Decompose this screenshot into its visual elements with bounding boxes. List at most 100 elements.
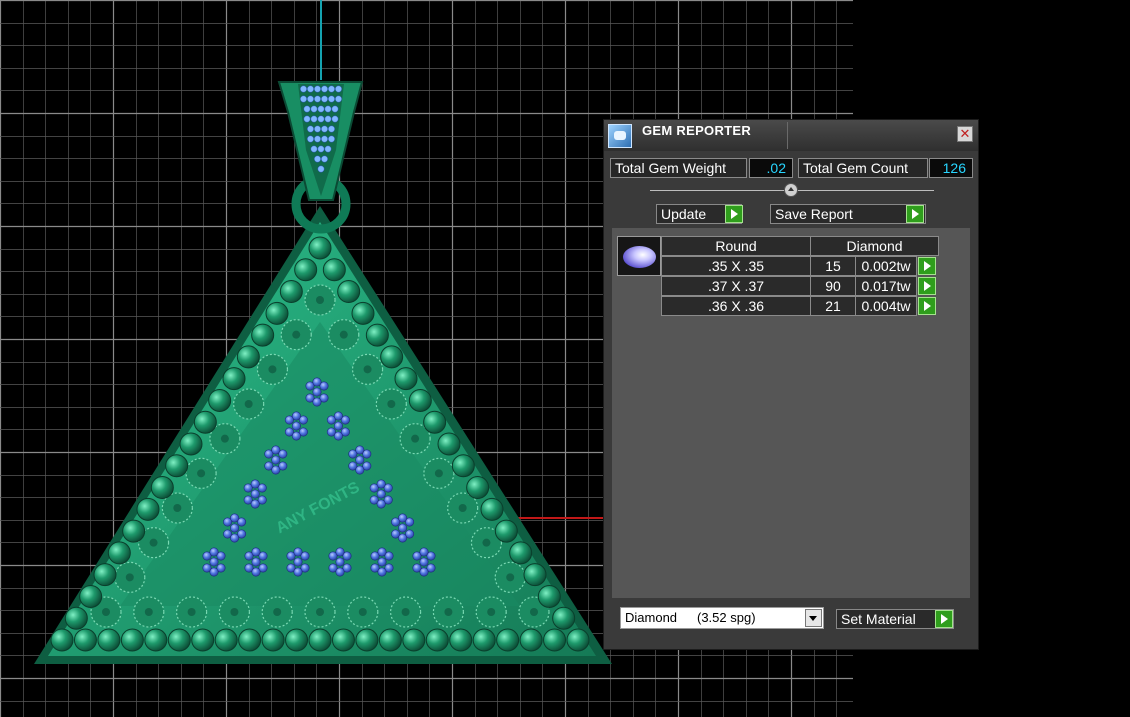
bail-gem — [324, 105, 332, 113]
border-bead — [519, 628, 543, 652]
bail-gem — [307, 85, 314, 93]
gem-stone — [230, 533, 240, 543]
border-bead — [509, 541, 533, 565]
border-bead — [97, 628, 121, 652]
border-bead — [107, 541, 131, 565]
border-bead — [380, 345, 404, 369]
border-bead — [64, 606, 88, 630]
material-select[interactable]: Diamond (3.52 spg) — [620, 607, 824, 629]
gem-stone — [271, 465, 281, 475]
rosette-center — [316, 608, 324, 616]
bail-gem — [314, 125, 321, 133]
border-bead — [394, 367, 418, 391]
gem-stone — [355, 445, 365, 455]
border-bead — [93, 563, 117, 587]
gem-reporter-app-icon — [608, 124, 632, 148]
bail-gem — [307, 95, 314, 103]
border-bead — [167, 628, 191, 652]
set-material-play-icon[interactable] — [935, 610, 953, 628]
gem-stone — [377, 547, 387, 557]
rosette-center — [149, 538, 158, 547]
border-bead — [265, 301, 289, 325]
bail-gem — [314, 95, 321, 103]
border-bead — [251, 323, 275, 347]
gem-stone — [291, 421, 301, 431]
save-report-button[interactable]: Save Report — [770, 204, 926, 224]
gem-reporter-titlebar[interactable]: GEM REPORTER ✕ — [604, 120, 978, 151]
gem-stone — [293, 567, 303, 577]
gem-stone — [291, 431, 301, 441]
rosette-center — [220, 434, 229, 443]
gem-count-cell: 15 — [810, 256, 856, 276]
round-gem-icon[interactable] — [617, 236, 661, 276]
border-bead — [193, 410, 217, 434]
row-select-play-icon[interactable] — [918, 257, 936, 275]
border-bead — [120, 628, 144, 652]
border-bead — [337, 280, 361, 304]
gem-stone — [398, 523, 408, 533]
row-select-play-icon[interactable] — [918, 297, 936, 315]
rosette-center — [387, 400, 396, 408]
pendant-model[interactable]: ANY FONTS — [34, 81, 612, 664]
rosette-center — [316, 296, 324, 304]
border-bead — [537, 584, 561, 608]
border-bead — [472, 628, 496, 652]
border-bead — [402, 628, 426, 652]
border-bead — [480, 497, 504, 521]
material-specific-gravity: (3.52 spg) — [697, 610, 756, 625]
border-bead — [73, 628, 97, 652]
gem-stone — [293, 547, 303, 557]
border-bead — [50, 628, 74, 652]
gem-stone — [355, 455, 365, 465]
table-header-shape: Round — [661, 236, 811, 256]
rosette-center — [444, 608, 453, 616]
report-slider-thumb[interactable] — [784, 183, 798, 197]
bail-gem — [335, 85, 342, 93]
gem-stone — [335, 557, 345, 567]
rosette-center — [144, 608, 153, 616]
update-play-icon[interactable] — [725, 205, 743, 223]
rosette-center — [230, 608, 239, 616]
bail-gem — [328, 95, 335, 103]
close-icon[interactable]: ✕ — [957, 126, 973, 142]
border-bead — [261, 628, 285, 652]
rosette-center — [273, 608, 282, 616]
rosette-center — [358, 608, 367, 616]
rosette-center — [482, 538, 491, 547]
rosette-center — [268, 365, 277, 374]
border-bead — [238, 628, 262, 652]
rosette-center — [292, 330, 301, 339]
chevron-down-icon[interactable] — [805, 609, 822, 627]
bail-gem — [300, 95, 307, 103]
gem-report-list[interactable]: Round Diamond .35 X .35 15 0.002tw .37 X… — [612, 228, 970, 598]
gem-stone — [293, 557, 303, 567]
gem-stone — [271, 445, 281, 455]
rosette-center — [187, 608, 196, 616]
border-bead — [150, 476, 174, 500]
gem-stone — [271, 455, 281, 465]
border-bead — [214, 628, 238, 652]
border-bead — [552, 606, 576, 630]
bail-gem — [328, 135, 335, 143]
total-gem-weight-label: Total Gem Weight — [610, 158, 747, 178]
gem-stone — [419, 567, 429, 577]
border-bead — [279, 280, 303, 304]
border-bead — [331, 628, 355, 652]
bail-gem — [317, 165, 325, 173]
save-report-play-icon[interactable] — [906, 205, 924, 223]
gem-stone — [333, 411, 343, 421]
gem-stone — [312, 387, 322, 397]
border-bead — [494, 519, 518, 543]
gem-stone — [335, 567, 345, 577]
bail-gem — [303, 105, 311, 113]
bail-gem — [321, 95, 328, 103]
border-bead — [449, 628, 473, 652]
title-divider — [787, 122, 788, 149]
gem-stone — [291, 411, 301, 421]
border-bead — [451, 454, 475, 478]
gem-reporter-window: GEM REPORTER ✕ Total Gem Weight .02 Tota… — [603, 119, 979, 650]
border-bead — [208, 388, 232, 412]
bail-gem — [331, 115, 339, 123]
row-select-play-icon[interactable] — [918, 277, 936, 295]
rosette-center — [363, 365, 372, 374]
